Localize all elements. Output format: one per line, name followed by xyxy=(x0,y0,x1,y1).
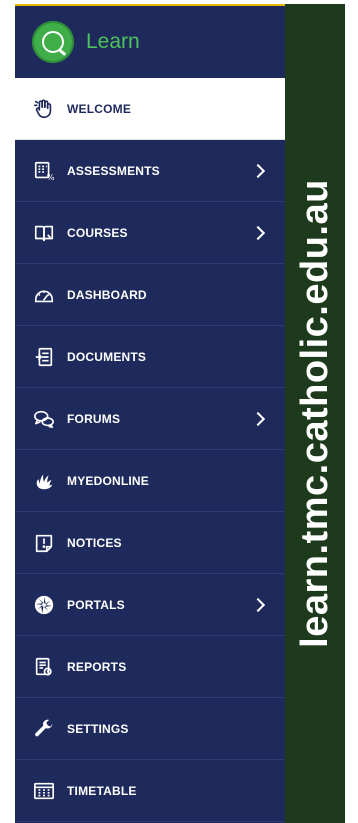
nav-label-notices: NOTICES xyxy=(67,535,122,550)
nav-item-portals[interactable]: PORTALS xyxy=(15,574,285,636)
brand-header[interactable]: Learn xyxy=(15,6,285,78)
notice-icon xyxy=(33,532,55,554)
nav-label-documents: DOCUMENTS xyxy=(67,349,147,364)
nav-label-portals: PORTALS xyxy=(67,597,125,612)
nav-label-myedonline: MYEDONLINE xyxy=(67,473,150,488)
nav-item-notices[interactable]: NOTICES xyxy=(15,512,285,574)
hand-icon xyxy=(33,98,55,120)
nav-label-timetable: TIMETABLE xyxy=(67,783,137,798)
nav-item-courses[interactable]: COURSES xyxy=(15,202,285,264)
nav-item-timetable[interactable]: TIMETABLE xyxy=(15,760,285,822)
nav-item-welcome[interactable]: WELCOME xyxy=(15,78,285,140)
report-icon xyxy=(33,656,55,678)
url-banner: learn.tmc.catholic.edu.au xyxy=(285,4,345,823)
nav-item-documents[interactable]: DOCUMENTS xyxy=(15,326,285,388)
nav-label-reports: REPORTS xyxy=(67,659,127,674)
nav-item-reports[interactable]: REPORTS xyxy=(15,636,285,698)
chevron-right-icon xyxy=(250,597,266,612)
nav-label-welcome: WELCOME xyxy=(67,101,132,116)
brand-name: Learn xyxy=(86,30,140,53)
svg-text:%: % xyxy=(47,172,55,182)
nav-item-settings[interactable]: SETTINGS xyxy=(15,698,285,760)
nav-label-dashboard: DASHBOARD xyxy=(67,287,147,302)
nav-item-myedonline[interactable]: MYEDONLINE xyxy=(15,450,285,512)
sidebar-nav: Learn WELCOME % ASSESSMENTS COURSES DASH… xyxy=(15,4,285,823)
learn-logo-icon xyxy=(32,21,74,63)
chat-icon xyxy=(33,408,55,430)
chevron-right-icon xyxy=(250,163,266,178)
gauge-icon xyxy=(33,284,55,306)
banner-url-text: learn.tmc.catholic.edu.au xyxy=(293,179,336,648)
document-icon xyxy=(33,346,55,368)
nav-label-courses: COURSES xyxy=(67,225,128,240)
nav-item-forums[interactable]: FORUMS xyxy=(15,388,285,450)
nav-label-assessments: ASSESSMENTS xyxy=(67,163,160,178)
calendar-icon xyxy=(33,780,55,802)
nav-item-dashboard[interactable]: DASHBOARD xyxy=(15,264,285,326)
nav-item-assessments[interactable]: % ASSESSMENTS xyxy=(15,140,285,202)
book-icon xyxy=(33,222,55,244)
chevron-right-icon xyxy=(250,225,266,240)
wrench-icon xyxy=(33,718,55,740)
nav-label-settings: SETTINGS xyxy=(67,721,129,736)
assessment-icon: % xyxy=(33,160,55,182)
myedonline-icon xyxy=(33,470,55,492)
screen: Learn WELCOME % ASSESSMENTS COURSES DASH… xyxy=(0,0,358,823)
chevron-right-icon xyxy=(250,411,266,426)
nav-label-forums: FORUMS xyxy=(67,411,121,426)
portal-icon xyxy=(33,594,55,616)
